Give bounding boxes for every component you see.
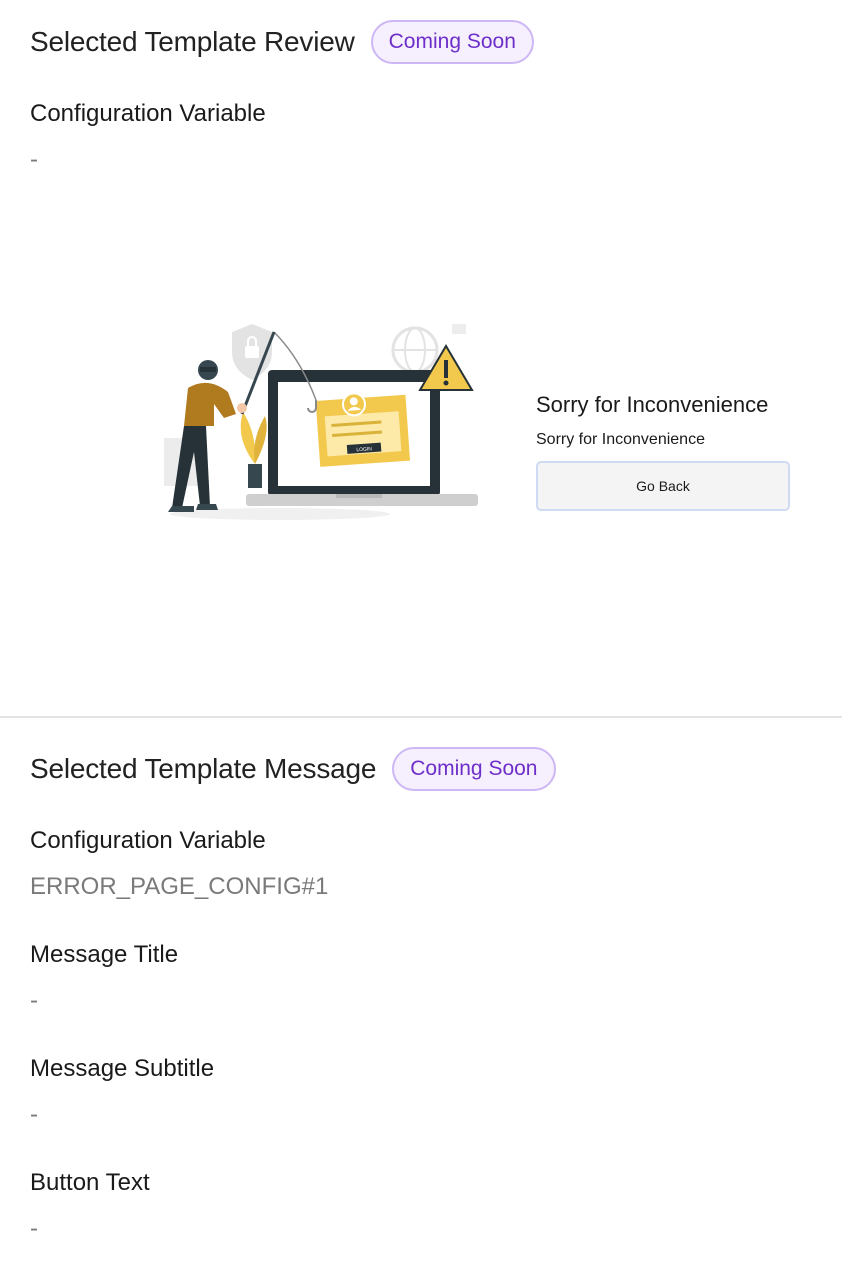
review-config-value: - [30,146,38,173]
message-section-title: Selected Template Message [30,753,377,784]
message-title-label: Message Title [30,941,179,968]
screen-login-text: LOGIN [356,446,372,453]
config-variable-value: ERROR_PAGE_CONFIG#1 [30,873,329,900]
plant-pot [248,464,262,488]
plant-leaf [240,412,256,464]
section-divider [0,716,842,718]
message-title-value: - [30,987,38,1014]
template-preview: LOGIN Sorry for Inconvenience Sorry for … [160,318,800,528]
message-subtitle-value: - [30,1101,38,1128]
message-header: Selected Template Message Coming Soon [30,747,556,791]
go-back-button[interactable]: Go Back [536,461,790,511]
review-header: Selected Template Review Coming Soon [30,20,534,64]
review-config-label: Configuration Variable [30,100,266,127]
button-text-label: Button Text [30,1169,150,1196]
phishing-illustration-icon: LOGIN [164,324,478,520]
button-text-value: - [30,1215,38,1242]
message-coming-soon-badge: Coming Soon [392,747,556,791]
preview-title: Sorry for Inconvenience [536,392,769,417]
message-subtitle-label: Message Subtitle [30,1055,215,1082]
preview-subtitle: Sorry for Inconvenience [536,431,705,448]
review-coming-soon-badge: Coming Soon [370,20,534,64]
config-variable-label: Configuration Variable [30,827,266,854]
hacker-figure [168,360,247,512]
review-section-title: Selected Template Review [30,26,355,57]
